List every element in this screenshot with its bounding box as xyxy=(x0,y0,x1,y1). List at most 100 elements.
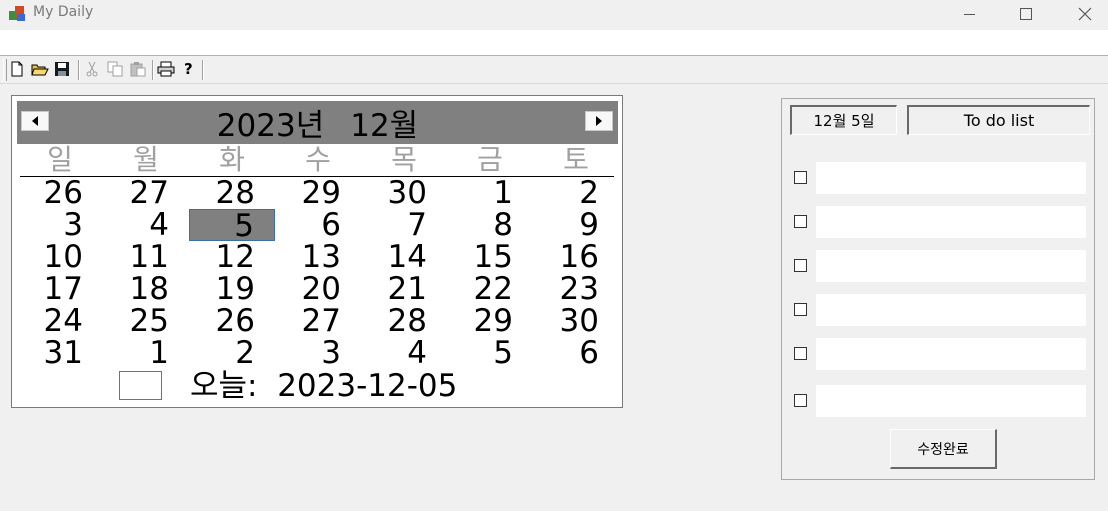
todo-text-field[interactable] xyxy=(816,162,1086,194)
calendar-day-other-month[interactable]: 5 xyxy=(447,337,533,369)
new-file-icon xyxy=(11,61,23,77)
todo-list-header: To do list xyxy=(907,105,1090,135)
calendar-header: 2023년 12월 xyxy=(17,101,618,144)
save-button-toolbar[interactable] xyxy=(53,60,71,78)
calendar-day[interactable]: 26 xyxy=(189,305,275,337)
calendar-day[interactable]: 31 xyxy=(17,337,103,369)
arrow-right-icon xyxy=(596,116,602,126)
previous-month-button[interactable] xyxy=(21,111,49,131)
menu-bar xyxy=(0,30,1108,56)
calendar-day[interactable]: 27 xyxy=(275,305,361,337)
calendar-day[interactable]: 23 xyxy=(533,273,619,305)
print-icon xyxy=(157,61,175,77)
calendar-month-title: 2023년 12월 xyxy=(17,101,618,144)
calendar-day-other-month[interactable]: 30 xyxy=(361,177,447,209)
calendar-day-other-month[interactable]: 4 xyxy=(361,337,447,369)
next-month-button[interactable] xyxy=(585,111,613,131)
close-icon xyxy=(1078,7,1092,21)
toolbar-grip[interactable] xyxy=(3,59,7,81)
calendar-day-other-month[interactable]: 3 xyxy=(275,337,361,369)
todo-item xyxy=(794,206,1090,240)
calendar-day-other-month[interactable]: 1 xyxy=(103,337,189,369)
todo-checkbox[interactable] xyxy=(794,347,807,360)
todo-text-field[interactable] xyxy=(816,294,1086,326)
calendar-day[interactable]: 29 xyxy=(447,305,533,337)
copy-button[interactable] xyxy=(106,60,124,78)
weekday-label: 월 xyxy=(133,143,159,176)
open-button[interactable] xyxy=(31,60,49,78)
calendar-month-label: 12월 xyxy=(350,108,419,144)
todo-panel: 12월 5일 To do list 수정완료 xyxy=(781,98,1095,480)
calendar-day[interactable]: 22 xyxy=(447,273,533,305)
selected-date-label: 12월 5일 xyxy=(790,105,897,135)
save-changes-button[interactable]: 수정완료 xyxy=(890,429,997,469)
calendar-day[interactable]: 19 xyxy=(189,273,275,305)
calendar-day[interactable]: 18 xyxy=(103,273,189,305)
calendar-day[interactable]: 17 xyxy=(17,273,103,305)
calendar-day[interactable]: 10 xyxy=(17,241,103,273)
calendar-day-other-month[interactable]: 29 xyxy=(275,177,361,209)
weekday-label: 목 xyxy=(391,143,417,176)
new-file-button[interactable] xyxy=(8,60,26,78)
todo-text-field[interactable] xyxy=(816,338,1086,370)
calendar-day-other-month[interactable]: 27 xyxy=(103,177,189,209)
weekday-label: 일 xyxy=(47,143,73,176)
calendar-day[interactable]: 6 xyxy=(275,209,361,241)
calendar-day-selected[interactable]: 5 xyxy=(189,209,275,242)
calendar: 2023년 12월 일 월 화 수 목 금 토 26 27 28 29 30 1… xyxy=(11,95,623,408)
todo-checkbox[interactable] xyxy=(794,171,807,184)
calendar-day[interactable]: 13 xyxy=(275,241,361,273)
calendar-day[interactable]: 1 xyxy=(447,177,533,209)
weekday-header-row: 일 월 화 수 목 금 토 xyxy=(17,144,619,176)
cut-button[interactable] xyxy=(83,60,101,78)
maximize-button[interactable] xyxy=(1003,0,1049,28)
calendar-day[interactable]: 20 xyxy=(275,273,361,305)
help-button[interactable]: ? xyxy=(180,60,198,78)
todo-checkbox[interactable] xyxy=(794,394,807,407)
today-label[interactable]: 오늘: 2023-12-05 xyxy=(190,370,457,402)
calendar-day[interactable]: 30 xyxy=(533,305,619,337)
calendar-day[interactable]: 28 xyxy=(361,305,447,337)
help-icon: ? xyxy=(184,61,193,77)
todo-text-field[interactable] xyxy=(816,250,1086,282)
calendar-day[interactable]: 11 xyxy=(103,241,189,273)
calendar-day[interactable]: 7 xyxy=(361,209,447,241)
calendar-day[interactable]: 14 xyxy=(361,241,447,273)
calendar-day[interactable]: 16 xyxy=(533,241,619,273)
calendar-day-other-month[interactable]: 6 xyxy=(533,337,619,369)
calendar-day[interactable]: 4 xyxy=(103,209,189,241)
close-button[interactable] xyxy=(1062,0,1108,28)
calendar-day[interactable]: 15 xyxy=(447,241,533,273)
weekday-label: 수 xyxy=(305,143,331,176)
todo-item xyxy=(794,385,1090,419)
calendar-day[interactable]: 12 xyxy=(189,241,275,273)
calendar-day[interactable]: 21 xyxy=(361,273,447,305)
toolbar-separator xyxy=(78,60,80,80)
calendar-day[interactable]: 2 xyxy=(533,177,619,209)
maximize-icon xyxy=(1020,8,1032,20)
calendar-day[interactable]: 3 xyxy=(17,209,103,241)
calendar-day[interactable]: 8 xyxy=(447,209,533,241)
todo-text-field[interactable] xyxy=(816,385,1086,417)
calendar-day[interactable]: 24 xyxy=(17,305,103,337)
today-marker[interactable] xyxy=(119,371,162,400)
toolbar: ? xyxy=(0,56,1108,84)
todo-checkbox[interactable] xyxy=(794,215,807,228)
todo-checkbox[interactable] xyxy=(794,303,807,316)
paste-button[interactable] xyxy=(129,60,147,78)
arrow-left-icon xyxy=(32,116,38,126)
todo-text-field[interactable] xyxy=(816,206,1086,238)
print-button[interactable] xyxy=(157,60,175,78)
calendar-day-other-month[interactable]: 26 xyxy=(17,177,103,209)
title-bar: My Daily xyxy=(0,0,1108,30)
minimize-button[interactable] xyxy=(946,0,992,28)
calendar-day-other-month[interactable]: 28 xyxy=(189,177,275,209)
svg-text:?: ? xyxy=(184,61,193,77)
cut-icon xyxy=(86,61,98,77)
weekday-label: 화 xyxy=(219,143,245,176)
weekday-label: 금 xyxy=(477,143,503,176)
calendar-day[interactable]: 25 xyxy=(103,305,189,337)
calendar-day[interactable]: 9 xyxy=(533,209,619,241)
calendar-day-other-month[interactable]: 2 xyxy=(189,337,275,369)
todo-checkbox[interactable] xyxy=(794,259,807,272)
